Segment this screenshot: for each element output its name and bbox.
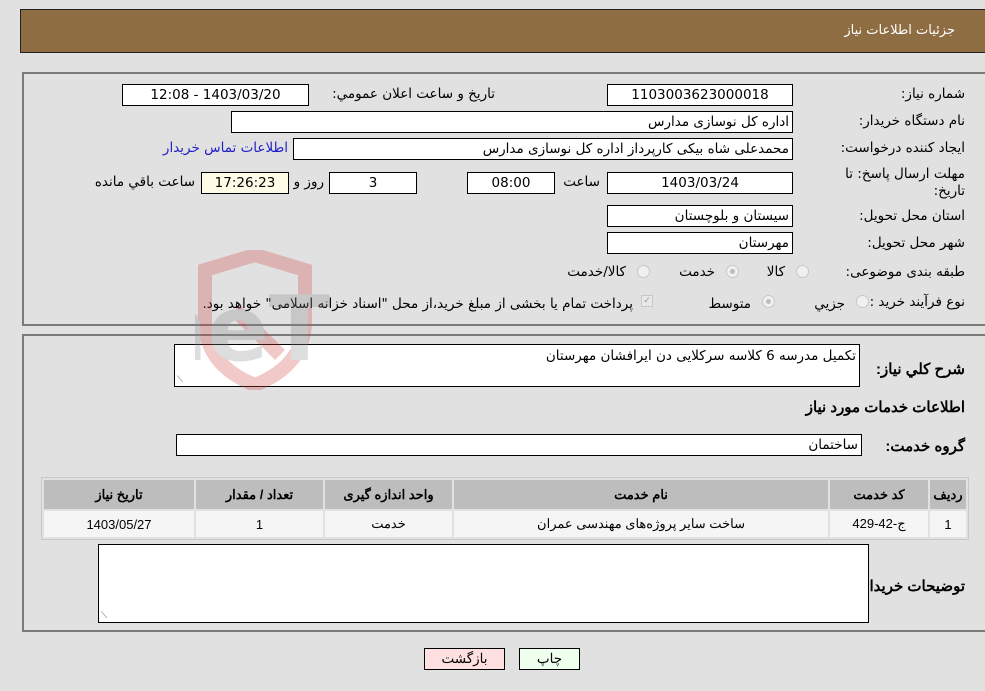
city-field[interactable]: مهرستان [607, 232, 793, 254]
page-title: جزئیات اطلاعات نیاز [844, 23, 955, 38]
category-option-goods-service: کالا/خدمت [567, 264, 626, 280]
cell-row-number: 1 [930, 511, 966, 537]
category-radio-service[interactable] [726, 265, 739, 278]
cell-service-code: ج-42-429 [830, 511, 928, 537]
cell-unit: خدمت [325, 511, 452, 537]
deadline-label: مهلت ارسال پاسخ: تا تاریخ: [845, 166, 965, 199]
col-need-date: تاریخ نیاز [44, 480, 194, 509]
services-table: ردیف کد خدمت نام خدمت واحد اندازه گیری ت… [41, 477, 969, 540]
buyer-notes-textarea[interactable]: ⟋ [98, 544, 869, 623]
summary-label: شرح کلي نیاز: [876, 361, 965, 378]
category-radio-goods-service[interactable] [637, 265, 650, 278]
announce-field[interactable]: 1403/03/20 - 12:08 [122, 84, 309, 106]
need-number-field[interactable]: 1103003623000018 [607, 84, 793, 106]
category-option-service: خدمت [679, 264, 715, 280]
summary-textarea[interactable]: تکمیل مدرسه 6 کلاسه سرکلایی دن ایرافشان … [174, 344, 860, 387]
cell-quantity: 1 [196, 511, 323, 537]
category-radio-goods[interactable] [796, 265, 809, 278]
category-label: طبقه بندی موضوعی: [845, 264, 965, 280]
col-row-number: ردیف [930, 480, 966, 509]
province-label: استان محل تحویل: [859, 208, 965, 224]
buyer-notes-label: توضیحات خریدار: [857, 578, 965, 595]
table-row: 1 ج-42-429 ساخت سایر پروژه‌های مهندسی عم… [44, 511, 966, 537]
need-number-label: شماره نیاز: [900, 86, 965, 102]
col-unit: واحد اندازه گیری [325, 480, 452, 509]
process-option-medium: متوسط [708, 296, 751, 312]
process-label: نوع فرآیند خرید : [869, 294, 965, 310]
deadline-time-field[interactable]: 08:00 [467, 172, 555, 194]
details-panel: شرح کلي نیاز: تکمیل مدرسه 6 کلاسه سرکلای… [22, 334, 985, 632]
deadline-time-label: ساعت [563, 174, 600, 190]
resize-grip-icon[interactable]: ⟋ [177, 375, 183, 385]
category-option-goods: کالا [766, 264, 785, 280]
remaining-time-field[interactable]: 17:26:23 [201, 172, 289, 194]
treasury-note: پرداخت تمام یا بخشی از مبلغ خرید،از محل … [202, 296, 633, 312]
creator-field[interactable]: محمدعلی شاه بیکی کارپرداز اداره کل نوساز… [293, 138, 793, 160]
announce-label: تاریخ و ساعت اعلان عمومي: [332, 86, 495, 102]
summary-text: تکمیل مدرسه 6 کلاسه سرکلایی دن ایرافشان … [545, 348, 856, 364]
print-button[interactable]: چاپ [519, 648, 580, 670]
buyer-org-field[interactable]: اداره کل نوسازی مدارس [231, 111, 793, 133]
col-service-code: کد خدمت [830, 480, 928, 509]
province-field[interactable]: سیستان و بلوچستان [607, 205, 793, 227]
process-radio-minor[interactable] [856, 295, 869, 308]
service-group-label: گروه خدمت: [885, 438, 965, 455]
col-service-name: نام خدمت [454, 480, 828, 509]
remaining-days-field[interactable]: 3 [329, 172, 417, 194]
service-group-field[interactable]: ساختمان [176, 434, 862, 456]
services-heading: اطلاعات خدمات مورد نیاز [805, 399, 965, 416]
table-header-row: ردیف کد خدمت نام خدمت واحد اندازه گیری ت… [44, 480, 966, 509]
resize-grip-icon[interactable]: ⟋ [101, 611, 107, 621]
treasury-checkbox[interactable]: ✓ [641, 295, 653, 307]
buyer-contact-link[interactable]: اطلاعات تماس خریدار [163, 140, 288, 156]
page-header: جزئیات اطلاعات نیاز [20, 9, 985, 53]
process-radio-medium[interactable] [762, 295, 775, 308]
buyer-org-label: نام دستگاه خریدار: [858, 113, 965, 129]
deadline-date-field[interactable]: 1403/03/24 [607, 172, 793, 194]
days-label: روز و [293, 174, 324, 190]
city-label: شهر محل تحویل: [867, 235, 965, 251]
process-option-minor: جزيي [814, 296, 845, 312]
cell-need-date: 1403/05/27 [44, 511, 194, 537]
creator-label: ایجاد کننده درخواست: [840, 140, 965, 156]
back-button[interactable]: بازگشت [424, 648, 505, 670]
col-quantity: تعداد / مقدار [196, 480, 323, 509]
remaining-label: ساعت باقي مانده [94, 174, 195, 190]
cell-service-name: ساخت سایر پروژه‌های مهندسی عمران [454, 511, 828, 537]
need-info-panel: شماره نیاز: 1103003623000018 تاریخ و ساع… [22, 72, 985, 326]
